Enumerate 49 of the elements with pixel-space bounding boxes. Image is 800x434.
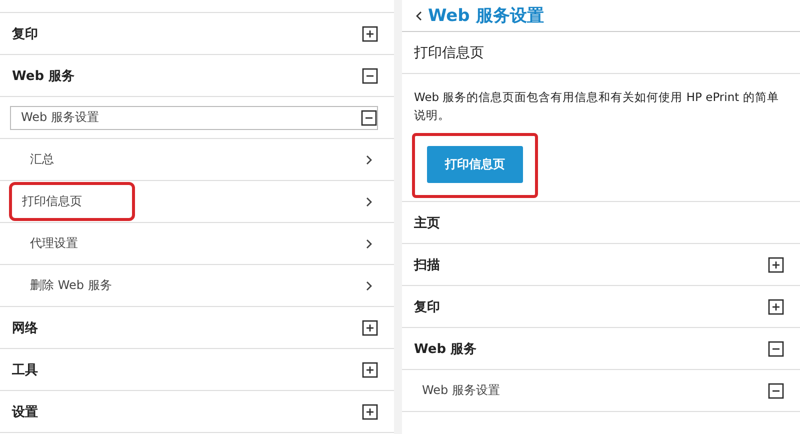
- page-title: Web 服务设置: [428, 5, 544, 27]
- menu-section[interactable]: 复印: [402, 286, 800, 328]
- item-label: 代理设置: [30, 235, 78, 252]
- description-text: Web 服务的信息页面包含有用信息和有关如何使用 HP ePrint 的简单说明。: [414, 89, 780, 124]
- section-label: Web 服务: [12, 68, 75, 84]
- section-label: 复印: [12, 26, 38, 42]
- collapse-icon[interactable]: [361, 110, 377, 126]
- menu-section[interactable]: 主页: [402, 202, 800, 244]
- submenu-header[interactable]: Web 服务设置: [10, 106, 378, 130]
- menu-section[interactable]: 设置: [0, 391, 394, 433]
- section-title: 打印信息页: [414, 44, 484, 62]
- chevron-right-icon: [366, 196, 372, 206]
- back-link[interactable]: Web 服务设置: [402, 0, 800, 32]
- menu-section[interactable]: Web 服务: [402, 328, 800, 370]
- chevron-right-icon: [366, 154, 372, 164]
- menu-item[interactable]: 删除 Web 服务: [0, 265, 394, 307]
- section-label: Web 服务: [414, 340, 477, 358]
- section-label: 工具: [12, 362, 38, 378]
- expand-icon[interactable]: [768, 298, 784, 314]
- menu-section[interactable]: Web 服务: [0, 55, 394, 97]
- menu-section[interactable]: 复印: [0, 13, 394, 55]
- section-label: 复印: [414, 298, 440, 316]
- collapse-icon[interactable]: [768, 340, 784, 356]
- collapse-icon[interactable]: [362, 68, 378, 84]
- expand-icon[interactable]: [362, 362, 378, 378]
- menu-item[interactable]: 汇总: [0, 139, 394, 181]
- section-label: 扫描: [414, 256, 440, 274]
- expand-icon[interactable]: [362, 320, 378, 336]
- expand-icon[interactable]: [362, 404, 378, 420]
- submenu-label: Web 服务设置: [422, 382, 500, 399]
- menu-item[interactable]: 代理设置: [0, 223, 394, 265]
- item-label: 打印信息页: [12, 185, 132, 218]
- section-label: 设置: [12, 404, 38, 420]
- menu-section[interactable]: 网络: [0, 307, 394, 349]
- collapse-icon[interactable]: [768, 382, 784, 398]
- chevron-right-icon: [366, 280, 372, 290]
- section-label: 主页: [414, 214, 440, 232]
- back-icon: [416, 10, 422, 20]
- submenu-header[interactable]: Web 服务设置: [402, 370, 800, 412]
- section-label: 网络: [12, 320, 38, 336]
- menu-section[interactable]: 工具: [0, 349, 394, 391]
- menu-section[interactable]: 扫描: [402, 244, 800, 286]
- expand-icon[interactable]: [768, 256, 784, 272]
- submenu-label: Web 服务设置: [21, 109, 99, 126]
- item-label: 汇总: [30, 151, 54, 168]
- expand-icon[interactable]: [362, 26, 378, 42]
- chevron-right-icon: [366, 238, 372, 248]
- menu-item[interactable]: 打印信息页: [0, 181, 394, 223]
- item-label: 删除 Web 服务: [30, 277, 112, 294]
